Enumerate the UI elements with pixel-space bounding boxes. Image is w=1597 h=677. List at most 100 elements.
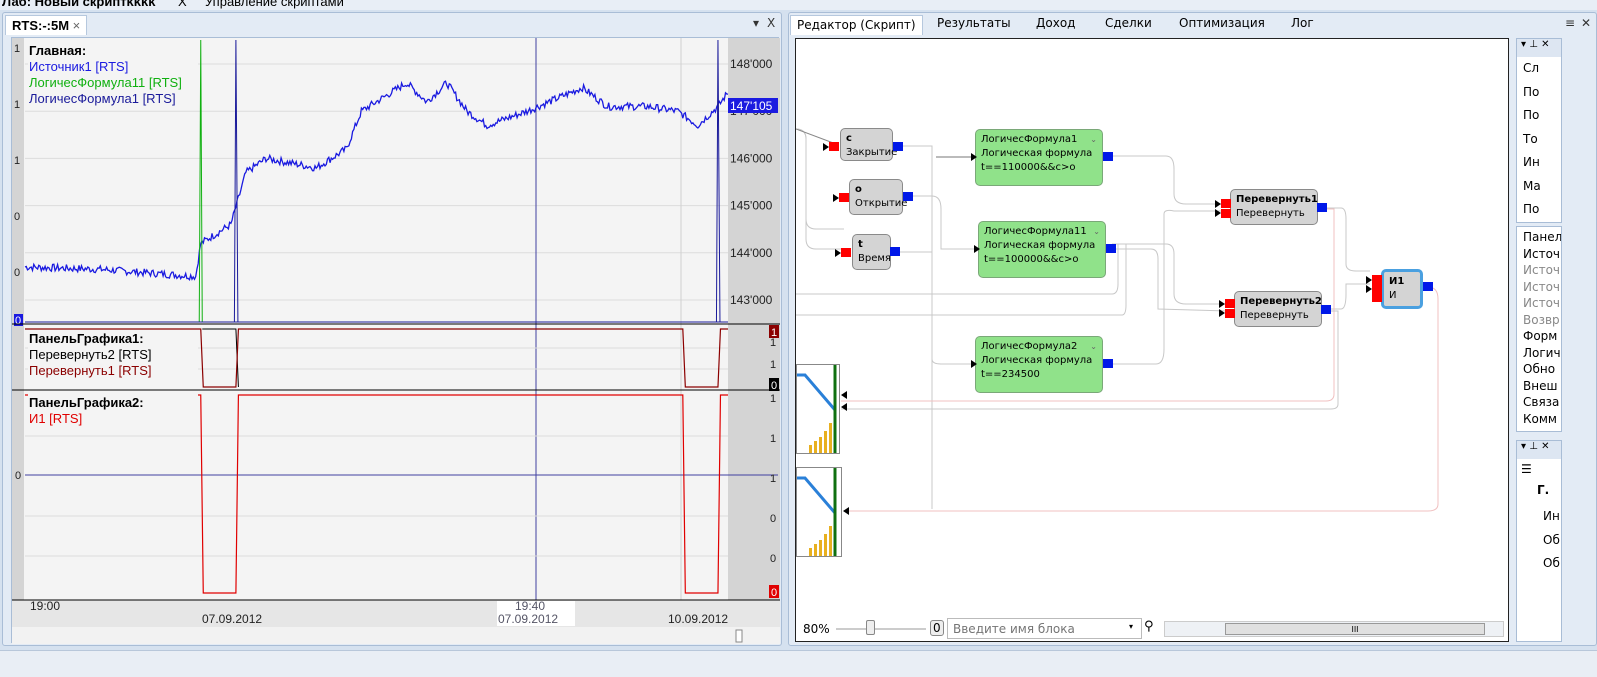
arrow-icon — [1219, 309, 1225, 317]
output-port[interactable] — [890, 247, 900, 256]
output-port[interactable] — [1317, 203, 1327, 212]
list-item[interactable]: По — [1517, 81, 1561, 105]
collapse-icon[interactable]: ⌄ — [1090, 340, 1097, 354]
arrow-icon — [1366, 276, 1372, 284]
zoom-slider-thumb[interactable] — [866, 620, 875, 635]
output-port[interactable] — [893, 142, 903, 151]
block-o[interactable]: o Открытие — [849, 179, 907, 215]
pane-close-icon[interactable]: ✕ — [1581, 16, 1591, 30]
list-item[interactable]: Обно — [1517, 361, 1561, 378]
block-flip-2[interactable]: Перевернуть2 Перевернуть — [1234, 291, 1322, 327]
left-tick-label: 1 — [14, 155, 20, 167]
input-port[interactable] — [1221, 199, 1231, 208]
input-port[interactable] — [1225, 299, 1235, 308]
collapse-icon[interactable]: ⌄ — [1090, 133, 1097, 147]
block-logic-formula-1[interactable]: ЛогичесФормула1 ⌄ Логическая формула t==110… — [975, 129, 1103, 186]
pane-menu-icon[interactable]: ≡ — [1565, 16, 1575, 30]
output-port[interactable] — [1321, 305, 1331, 314]
list-item[interactable]: Об — [1537, 529, 1561, 553]
binoculars-icon[interactable]: ⚲ — [1144, 619, 1154, 634]
left-tick-label: 0 — [14, 211, 20, 223]
list-item[interactable]: То — [1517, 128, 1561, 152]
list-item[interactable]: Связа — [1517, 394, 1561, 411]
block-type: И — [1389, 290, 1397, 301]
block-flip-1[interactable]: Перевернуть1 Перевернуть — [1230, 189, 1318, 225]
pane-close-icon[interactable]: X — [767, 16, 775, 30]
zoom-slider[interactable] — [836, 628, 926, 630]
input-port[interactable] — [1225, 309, 1235, 318]
tab-optimization[interactable]: Оптимизация — [1179, 16, 1265, 30]
horizontal-scrollbar[interactable]: III — [1164, 621, 1504, 637]
categorized-button[interactable]: ☰ — [1517, 459, 1561, 483]
list-item[interactable]: Возвр — [1517, 312, 1561, 329]
list-item[interactable]: Источ — [1517, 295, 1561, 312]
collapse-icon[interactable]: ⌄ — [1093, 225, 1100, 239]
output-port[interactable] — [903, 192, 913, 201]
output-port[interactable] — [1106, 244, 1116, 253]
list-item[interactable]: Форм — [1517, 328, 1561, 345]
dropdown-icon[interactable]: ▾ — [1129, 622, 1133, 631]
output-port[interactable] — [1103, 152, 1113, 161]
input-port[interactable] — [1372, 293, 1382, 302]
date-label: 07.09.2012 — [202, 612, 262, 626]
list-item[interactable]: Логич — [1517, 345, 1561, 362]
arrow-icon — [841, 403, 847, 411]
input-port[interactable] — [1221, 209, 1231, 218]
list-item[interactable]: Внеш — [1517, 378, 1561, 395]
list-item[interactable]: По — [1517, 198, 1561, 222]
chart-svg[interactable]: 148'000147'000146'000145'000144'000143'0… — [12, 38, 780, 644]
block-and-1[interactable]: И1 И — [1381, 269, 1423, 309]
chart-area[interactable]: 148'000147'000146'000145'000144'000143'0… — [11, 37, 780, 644]
input-port[interactable] — [1372, 284, 1382, 293]
y-tick-label: 1 — [770, 359, 776, 371]
tab-deals[interactable]: Сделки — [1105, 16, 1152, 30]
block-logic-formula-11[interactable]: ЛогичесФормула11 ⌄ Логическая формула t==10… — [978, 221, 1106, 278]
chart-panel-block-2[interactable] — [796, 467, 842, 557]
input-port[interactable] — [829, 142, 839, 151]
tab-income[interactable]: Доход — [1036, 16, 1075, 30]
output-port[interactable] — [1423, 282, 1433, 291]
list-item[interactable]: По — [1517, 104, 1561, 128]
list-item[interactable]: Сл — [1517, 57, 1561, 81]
category-header[interactable]: Г. — [1517, 483, 1561, 505]
y-tick-label: 0 — [770, 513, 776, 525]
list-item[interactable]: Источ — [1517, 279, 1561, 296]
block-c[interactable]: c Закрытие — [840, 128, 897, 161]
tab-log[interactable]: Лог — [1291, 16, 1314, 30]
chart-pane: RTS:-:5M × ▾ X 148'000147'000146'000145'… — [2, 12, 782, 646]
tab-lab-script[interactable]: Лаб: Новый скриптkkkk — [2, 0, 155, 9]
tab-results[interactable]: Результаты — [937, 16, 1011, 30]
list-item[interactable]: Комм — [1517, 411, 1561, 428]
list-item[interactable]: Ма — [1517, 175, 1561, 199]
input-port[interactable] — [839, 193, 849, 202]
scrollbar-thumb[interactable]: III — [1225, 623, 1485, 635]
output-port[interactable] — [1103, 359, 1113, 368]
list-item[interactable]: Источ — [1517, 262, 1561, 279]
panel-header-pin-close-icons[interactable]: ▾ ⊥ ✕ — [1517, 441, 1561, 459]
close-icon[interactable]: × — [73, 18, 81, 33]
chart-panel-block-1[interactable] — [796, 364, 840, 454]
list-item[interactable]: Ин — [1517, 151, 1561, 175]
tab-close-icon[interactable]: X — [178, 0, 187, 9]
input-port[interactable] — [1372, 275, 1382, 284]
connection — [1108, 155, 1224, 205]
block-t[interactable]: t Время — [852, 234, 891, 270]
left-tick-label: 0 — [14, 267, 20, 279]
list-item[interactable]: Об — [1537, 552, 1561, 576]
block-name: ЛогичесФормула11 — [984, 226, 1087, 237]
list-item[interactable]: Панел — [1517, 229, 1561, 246]
chart-tab[interactable]: RTS:-:5M × — [5, 15, 88, 35]
input-port[interactable] — [841, 248, 851, 257]
block-logic-formula-2[interactable]: ЛогичесФормула2 ⌄ Логическая формула t==234… — [975, 336, 1103, 393]
tab-script-manager[interactable]: Управление скриптами — [205, 0, 344, 9]
tab-editor[interactable]: Редактор (Скрипт) — [790, 15, 923, 35]
block-search-input[interactable] — [947, 618, 1142, 639]
list-item[interactable]: Источ — [1517, 246, 1561, 263]
inspector-panel: ▾ ⊥ ✕ ☰ Г. Ин Об Об — [1516, 440, 1562, 642]
zoom-reset-button[interactable]: 0 — [930, 620, 944, 636]
pane-menu-icon[interactable]: ▾ — [753, 16, 759, 30]
legend-entry: Источник1 [RTS] — [29, 59, 128, 74]
script-canvas[interactable]: c Закрытие o Открытие t Время ЛогичесФормул… — [795, 38, 1509, 642]
panel-header-pin-close-icons[interactable]: ▾ ⊥ ✕ — [1517, 39, 1561, 57]
list-item[interactable]: Ин — [1537, 505, 1561, 529]
